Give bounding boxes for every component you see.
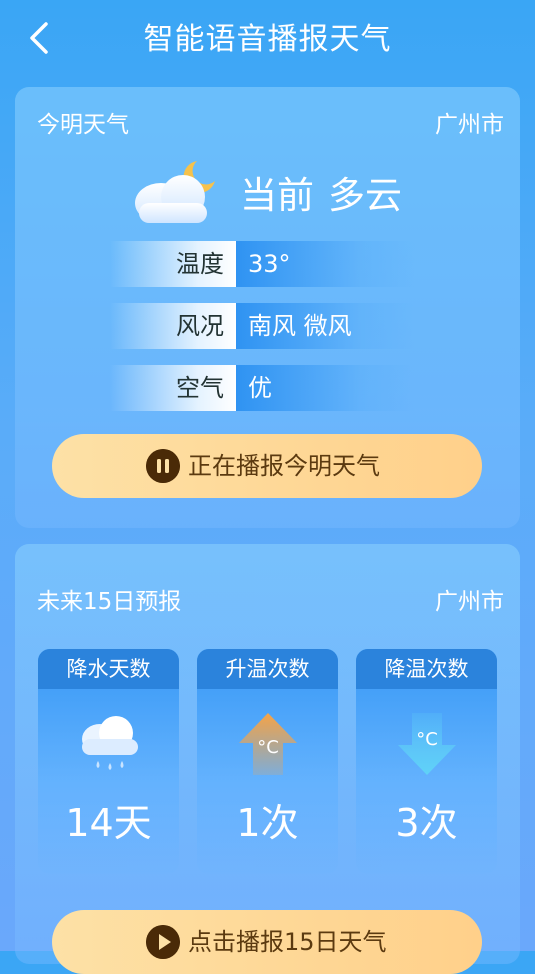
wind-label: 风况 [110, 303, 236, 349]
temperature-rise-label: 升温次数 [197, 649, 338, 689]
today-broadcast-button[interactable]: 正在播报今明天气 [52, 434, 482, 498]
play-icon [146, 925, 180, 959]
air-quality-label: 空气 [110, 365, 236, 411]
forecast-section-title: 未来15日预报 [37, 589, 182, 615]
temperature-down-unit: °C [416, 729, 438, 750]
current-condition-value: 多云 [328, 174, 402, 217]
rain-cloud-icon [82, 716, 138, 770]
wind-value: 南风 微风 [236, 303, 415, 349]
forecast-city[interactable]: 广州市 [435, 582, 504, 616]
today-city[interactable]: 广州市 [435, 105, 504, 139]
rain-days-stat: 降水天数 14天 [38, 649, 179, 874]
app-header: 智能语音播报天气 [0, 0, 535, 72]
today-section-title: 今明天气 [37, 112, 129, 138]
temperature-drop-value: 3次 [395, 801, 458, 845]
temperature-row: 温度 33° [110, 241, 415, 287]
pause-icon [146, 449, 180, 483]
temperature-drop-stat: 降温次数 °C 3次 [356, 649, 497, 874]
wind-row: 风况 南风 微风 [110, 303, 415, 349]
today-weather-card: 今明天气 广州市 当前 多云 温度 33° 风况 南风 微风 空气 优 正在播报今… [15, 87, 520, 528]
forecast-broadcast-button[interactable]: 点击播报15日天气 [52, 910, 482, 974]
temperature-drop-label: 降温次数 [356, 649, 497, 689]
current-label: 当前 [240, 174, 314, 217]
temperature-rise-value: 1次 [236, 801, 299, 845]
cloudy-night-icon [135, 161, 215, 223]
forecast-broadcast-label: 点击播报15日天气 [188, 928, 387, 956]
today-broadcast-label: 正在播报今明天气 [188, 452, 380, 480]
temperature-down-icon: °C [398, 713, 456, 775]
temperature-label: 温度 [110, 241, 236, 287]
page-title: 智能语音播报天气 [143, 22, 392, 57]
temperature-up-unit: °C [257, 737, 279, 758]
current-condition: 当前 多云 [240, 165, 416, 219]
rain-days-value: 14天 [65, 801, 152, 845]
temperature-rise-stat: 升温次数 °C 1次 [197, 649, 338, 874]
air-quality-row: 空气 优 [110, 365, 415, 411]
forecast-card: 未来15日预报 广州市 降水天数 14天 升温次数 °C 1次 降温次数 °C … [15, 544, 520, 974]
temperature-up-icon: °C [239, 713, 297, 775]
temperature-value: 33° [236, 241, 415, 287]
rain-days-label: 降水天数 [38, 649, 179, 689]
air-quality-value: 优 [236, 365, 415, 411]
